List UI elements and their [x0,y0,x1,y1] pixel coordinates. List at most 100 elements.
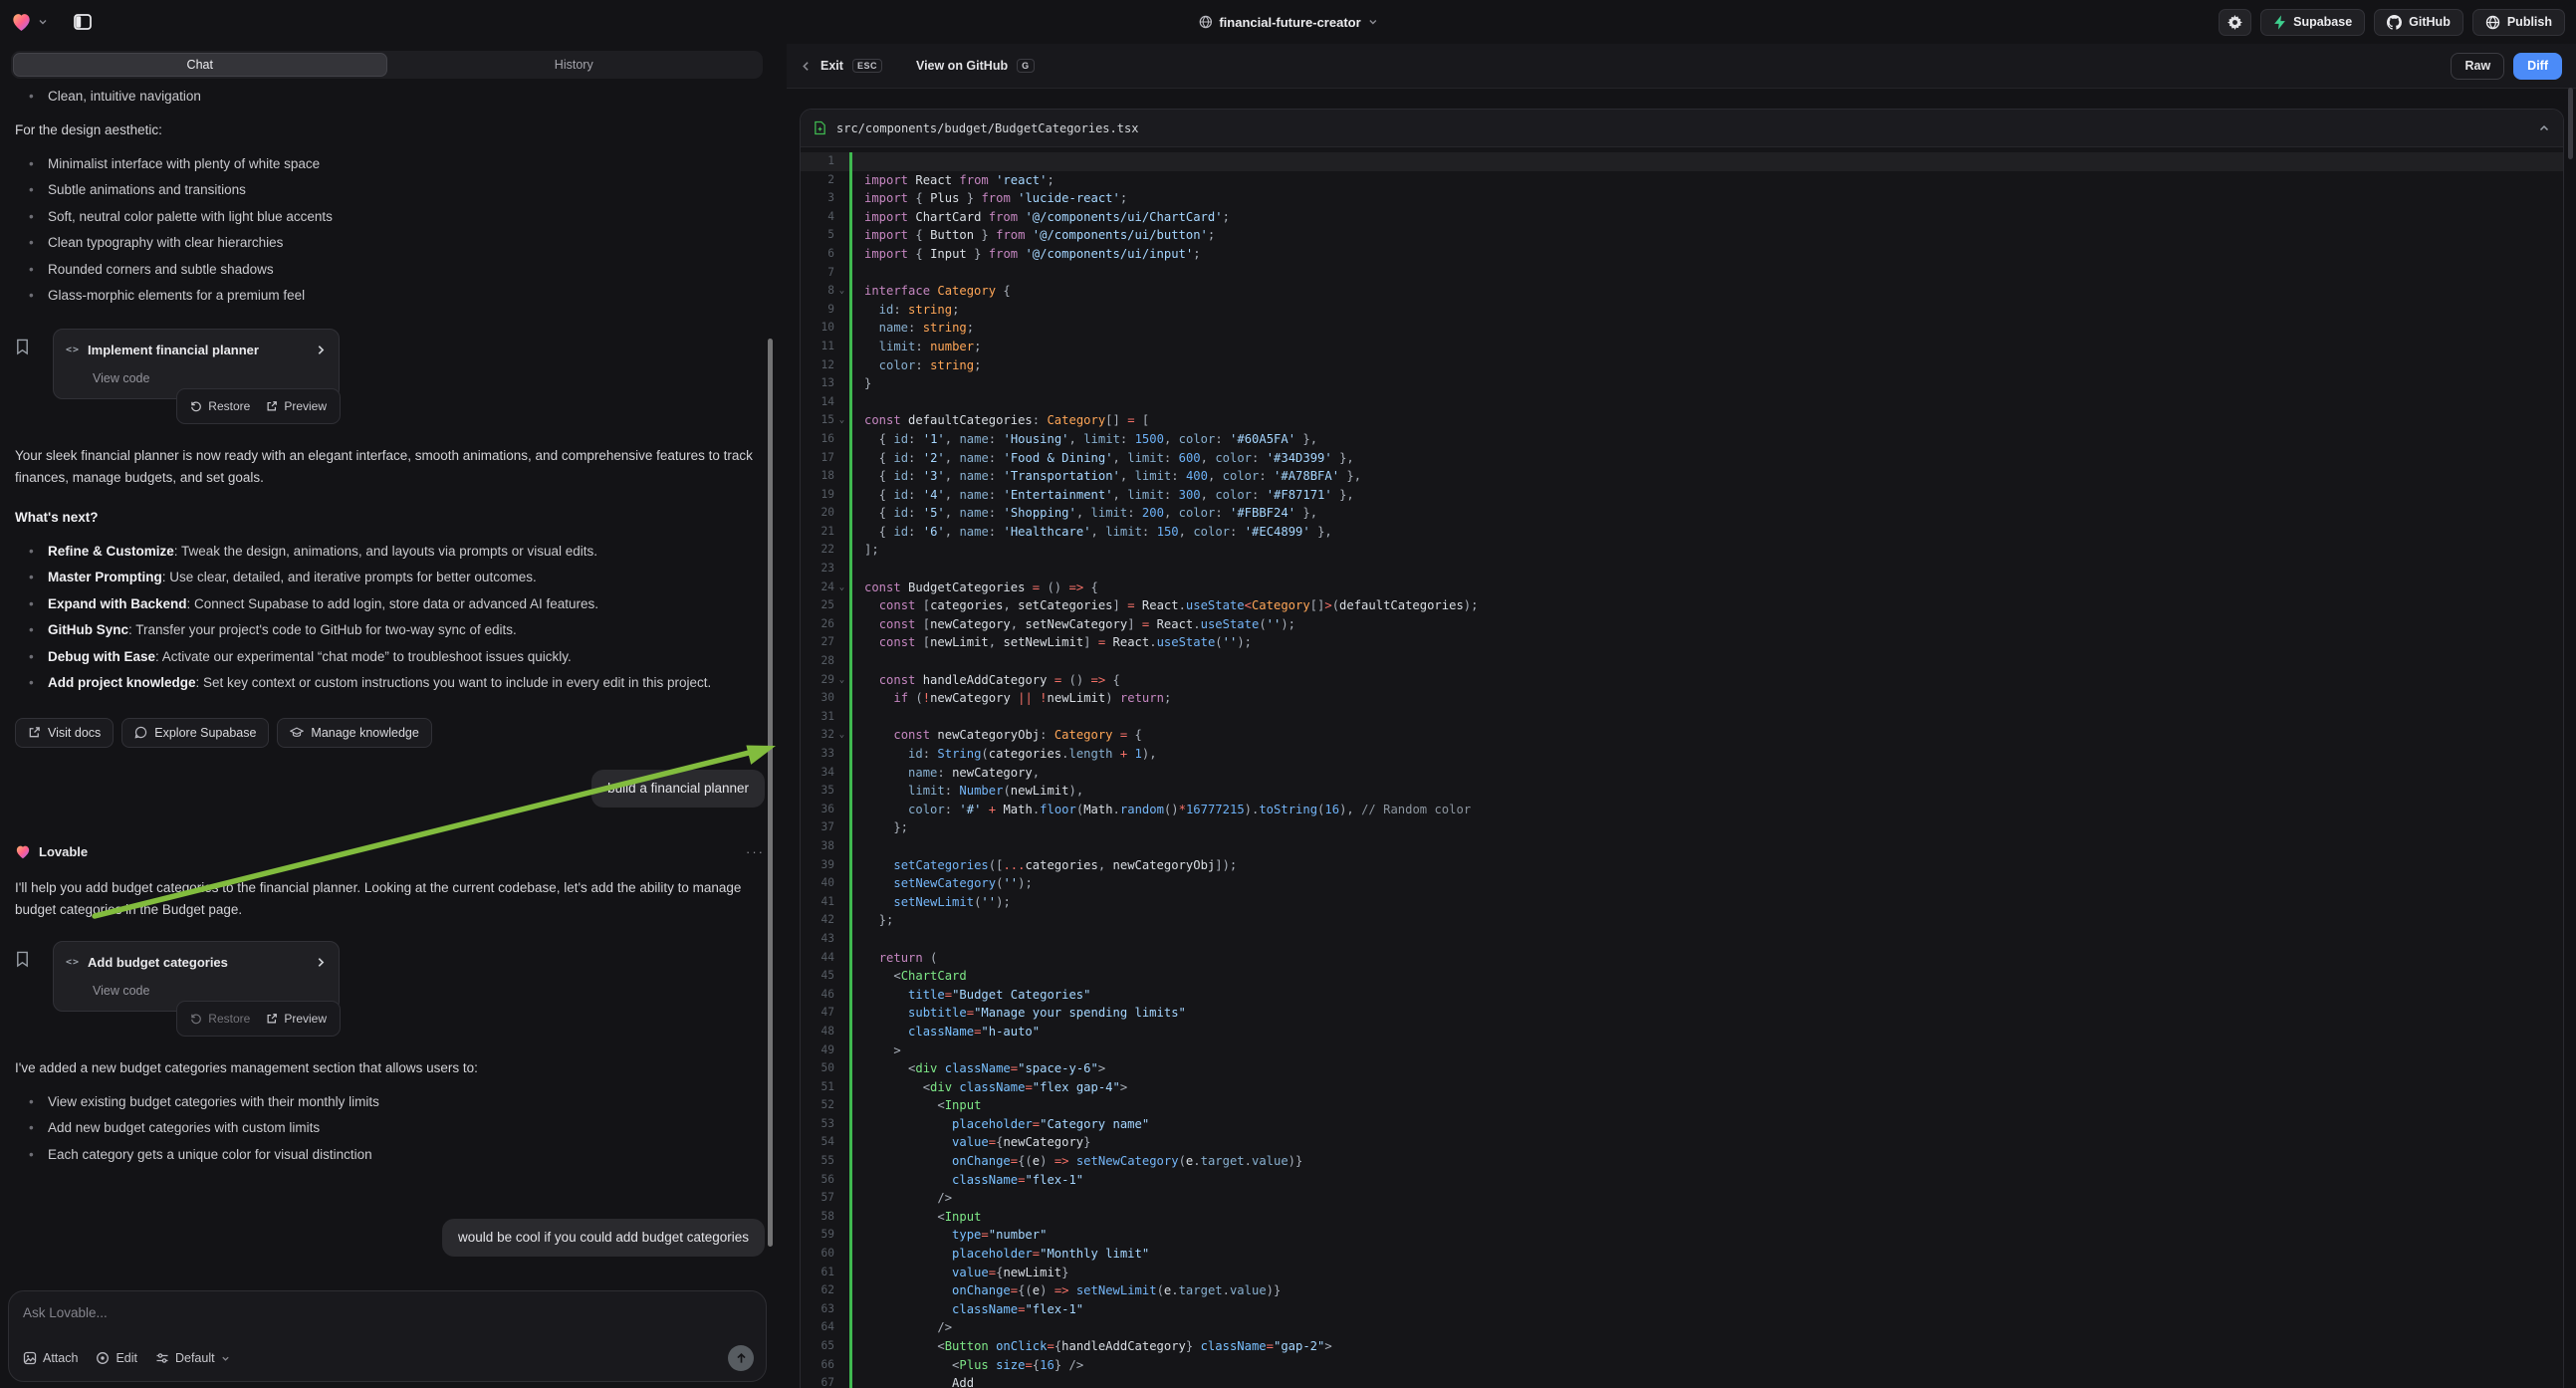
fold-chevron-icon [834,449,849,468]
visit-docs-button[interactable]: Visit docs [15,718,114,748]
line-number: 39 [801,856,834,875]
code-text: name: newCategory, [849,764,2563,783]
code-line: 34 name: newCategory, [801,764,2563,783]
code-text: <Input [849,1096,2563,1115]
code-line: 8⌄interface Category { [801,282,2563,301]
fold-chevron-icon [834,301,849,320]
restore-button[interactable]: Restore [190,1008,250,1030]
external-link-icon [28,726,41,739]
github-button[interactable]: GitHub [2374,9,2463,36]
esc-key-badge: ESC [852,59,882,73]
fold-chevron-icon [834,1356,849,1375]
line-number: 27 [801,633,834,652]
preview-button[interactable]: Preview [266,1008,327,1030]
model-label: Default [175,1351,215,1365]
code-line: 26 const [newCategory, setNewCategory] =… [801,615,2563,634]
fold-chevron-icon[interactable]: ⌄ [834,578,849,597]
code-line: 1 [801,152,2563,171]
chevron-down-icon[interactable] [38,17,48,27]
view-on-github-button[interactable]: View on GitHub [916,59,1008,73]
code-line: 49 > [801,1041,2563,1060]
attach-button[interactable]: Attach [23,1351,78,1365]
code-line: 56 className="flex-1" [801,1171,2563,1190]
fold-chevron-icon [834,1245,849,1264]
preview-button[interactable]: Preview [266,395,327,417]
file-path-bar[interactable]: src/components/budget/BudgetCategories.t… [801,110,2563,147]
fold-chevron-icon [834,1337,849,1356]
sliders-icon [155,1351,169,1365]
code-text: title="Budget Categories" [849,986,2563,1005]
list-item: Expand with Backend: Connect Supabase to… [15,595,765,613]
fold-chevron-icon [834,1226,849,1245]
line-number: 2 [801,171,834,190]
restore-button[interactable]: Restore [190,395,250,417]
chat-scrollbar[interactable] [768,339,773,1247]
line-number: 35 [801,782,834,801]
code-text: const handleAddCategory = () => { [849,671,2563,690]
fold-chevron-icon [834,338,849,356]
tab-chat[interactable]: Chat [13,53,387,77]
line-number: 38 [801,837,834,856]
file-plus-icon [814,120,826,135]
intro-bullet-list: Clean, intuitive navigation [15,88,765,106]
toggle-sidebar-button[interactable] [70,9,96,35]
view-code-link[interactable]: View code [93,980,327,1002]
code-text: const [newLimit, setNewLimit] = React.us… [849,633,2563,652]
code-line: 29⌄ const handleAddCategory = () => { [801,671,2563,690]
code-toolbar: Exit ESC View on GitHub G Raw Diff [787,44,2576,89]
raw-button[interactable]: Raw [2451,53,2504,80]
fold-chevron-icon [834,1189,849,1208]
model-selector[interactable]: Default [155,1351,230,1365]
code-text: }; [849,818,2563,837]
chevron-up-icon[interactable] [2538,122,2550,134]
view-code-link[interactable]: View code [93,367,327,389]
code-text: { id: '1', name: 'Housing', limit: 1500,… [849,430,2563,449]
code-text: Add [849,1374,2563,1388]
tab-history[interactable]: History [387,53,762,77]
code-text: const defaultCategories: Category[] = [ [849,411,2563,430]
composer[interactable]: Ask Lovable... Attach Edit [8,1290,767,1382]
send-button[interactable] [728,1345,754,1371]
code-scrollbar[interactable] [2568,88,2573,159]
chat-panel: Chat History Clean, intuitive navigation… [0,44,787,1388]
composer-toolbar: Attach Edit Default [23,1345,754,1371]
fold-chevron-icon [834,1133,849,1152]
code-text: { id: '2', name: 'Food & Dining', limit:… [849,449,2563,468]
explore-supabase-button[interactable]: Explore Supabase [121,718,269,748]
code-text [849,560,2563,578]
file-viewer: src/components/budget/BudgetCategories.t… [800,109,2564,1388]
code-text: import { Plus } from 'lucide-react'; [849,189,2563,208]
fold-chevron-icon [834,486,849,505]
line-number: 7 [801,264,834,283]
code-line: 11 limit: number; [801,338,2563,356]
list-item: Subtle animations and transitions [15,181,765,199]
project-switcher[interactable]: financial-future-creator [1198,0,1377,44]
fold-chevron-icon [834,745,849,764]
code-text: <div className="space-y-6"> [849,1059,2563,1078]
more-options-icon[interactable]: ··· [746,841,765,863]
code-text: <ChartCard [849,967,2563,986]
settings-button[interactable] [2219,9,2251,36]
fold-chevron-icon[interactable]: ⌄ [834,411,849,430]
line-number: 64 [801,1318,834,1337]
publish-button[interactable]: Publish [2472,9,2565,36]
code-editor[interactable]: 12import React from 'react';3import { Pl… [801,147,2563,1388]
code-text: /> [849,1189,2563,1208]
manage-knowledge-button[interactable]: Manage knowledge [277,718,431,748]
fold-chevron-icon[interactable]: ⌄ [834,671,849,690]
bookmark-icon[interactable] [15,951,30,968]
lovable-heart-logo-icon[interactable] [11,12,32,32]
edit-mode-button[interactable]: Edit [96,1351,137,1365]
supabase-button[interactable]: Supabase [2260,9,2365,36]
fold-chevron-icon[interactable]: ⌄ [834,726,849,745]
diff-button[interactable]: Diff [2513,53,2562,80]
chevron-left-icon[interactable] [801,61,812,72]
code-line: 2import React from 'react'; [801,171,2563,190]
bookmark-icon[interactable] [15,339,30,355]
exit-button[interactable]: Exit [820,59,843,73]
fold-chevron-icon[interactable]: ⌄ [834,282,849,301]
restore-icon [190,400,202,412]
code-text: import { Input } from '@/components/ui/i… [849,245,2563,264]
composer-input[interactable]: Ask Lovable... [23,1305,752,1320]
list-item: Soft, neutral color palette with light b… [15,208,765,226]
